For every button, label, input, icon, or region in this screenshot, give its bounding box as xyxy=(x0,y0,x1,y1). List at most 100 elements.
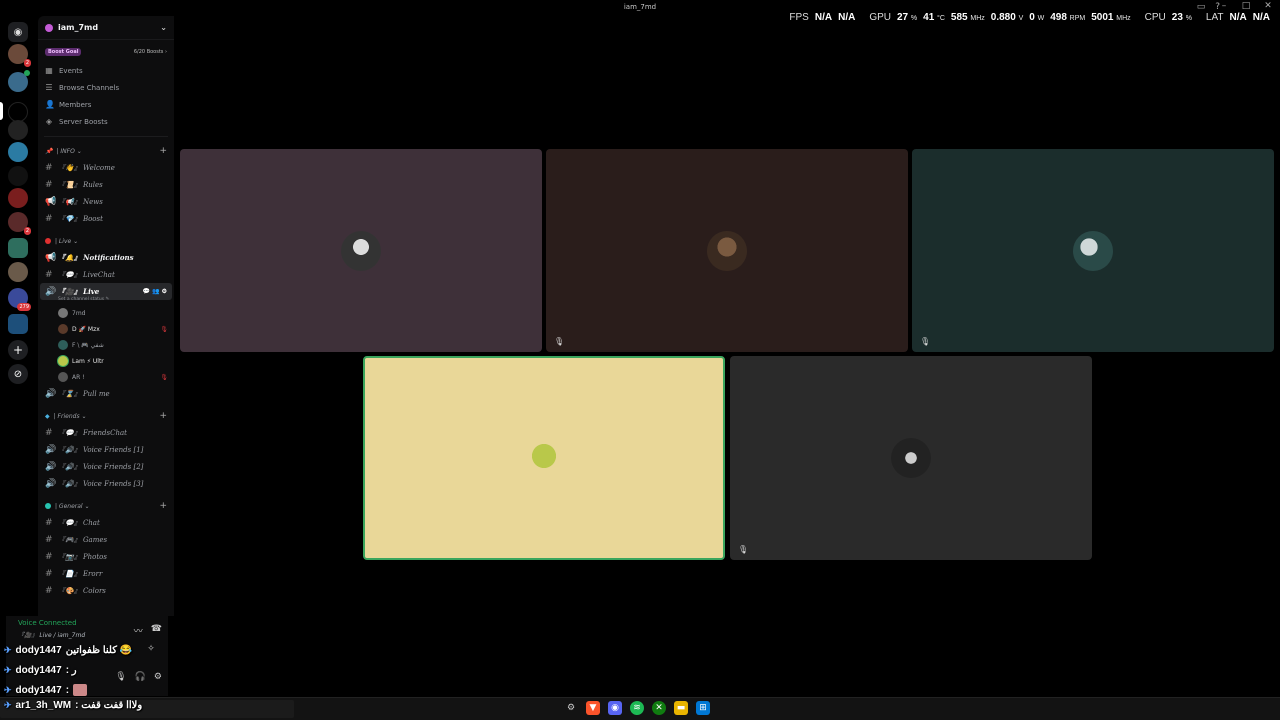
dm-avatar-1[interactable]: 2 xyxy=(8,44,31,67)
server-icon-10[interactable]: 279 xyxy=(8,288,31,311)
add-server-icon[interactable]: + xyxy=(8,340,28,360)
boost-goal-bar[interactable]: Boost Goal 6/20 Boosts › xyxy=(43,45,169,59)
channel-erorr[interactable]: # 『📄』 Erorr xyxy=(38,565,174,582)
voice-tile[interactable]: 🎙 xyxy=(912,149,1274,352)
channel-chat[interactable]: # 『💬』 Chat xyxy=(38,514,174,531)
menu-members[interactable]: 👤 Members xyxy=(38,96,174,113)
channel-voice-friends-3[interactable]: 🔊 『🔊』 Voice Friends [3] xyxy=(38,475,174,492)
channel-label: 『⌛』 Pull me xyxy=(58,389,110,398)
server-icon-1[interactable] xyxy=(8,70,30,92)
channel-livechat[interactable]: # 『💬』 LiveChat xyxy=(38,266,174,283)
channel-colors[interactable]: # 『🎨』 Colors xyxy=(38,582,174,599)
channel-status[interactable]: Set a channel status ✎ xyxy=(38,297,174,305)
channel-label: 『🎮』 Games xyxy=(58,535,108,544)
mem-clock: 5001 xyxy=(1091,12,1114,23)
overlay-chat-line: ✈ dody1447: xyxy=(4,684,88,696)
speaker-icon: 🔊 xyxy=(45,388,57,399)
voice-tile[interactable]: 🎙 xyxy=(546,149,908,352)
discover-icon[interactable]: ⊘ xyxy=(8,364,28,384)
menu-browse-channels[interactable]: ☰ Browse Channels xyxy=(38,79,174,96)
hash-icon: # xyxy=(45,568,53,579)
server-icon-9[interactable] xyxy=(8,262,28,282)
server-icon-8[interactable] xyxy=(8,238,28,258)
gpu-voltage-unit: V xyxy=(1018,15,1024,22)
maximize-button[interactable]: □ xyxy=(1240,1,1252,11)
discord-app-icon[interactable]: ◉ xyxy=(608,701,622,715)
gpu-temp-unit: °C xyxy=(937,15,945,22)
xbox-icon[interactable]: ✕ xyxy=(652,701,666,715)
chat-icon[interactable]: 💬 xyxy=(143,288,150,295)
voice-user[interactable]: Lam ⚡ Ultr xyxy=(38,353,174,369)
channel-label: 『🎨』 Colors xyxy=(58,586,106,595)
add-channel-icon[interactable]: + xyxy=(159,411,167,421)
channel-boost[interactable]: # 『💎』 Boost xyxy=(38,210,174,227)
settings-gear-icon[interactable]: ⚙ xyxy=(154,672,162,682)
channel-label: 『🎥』 Live xyxy=(58,286,100,296)
avatar xyxy=(58,308,68,318)
menu-server-boosts[interactable]: ◈ Server Boosts xyxy=(38,113,174,130)
category-general[interactable]: | General ⌄ + xyxy=(38,498,174,514)
server-icon-5[interactable] xyxy=(8,166,28,186)
headphones-icon[interactable]: 🎧 xyxy=(135,672,146,682)
hash-icon: # xyxy=(45,213,53,224)
channel-label: 『💬』 FriendsChat xyxy=(58,428,127,437)
channel-welcome[interactable]: # 『👋』 Welcome xyxy=(38,159,174,176)
menu-label: Members xyxy=(59,100,92,109)
server-header[interactable]: iam_7md ⌄ xyxy=(38,16,174,40)
spotify-icon[interactable]: ≋ xyxy=(630,701,644,715)
category-friends[interactable]: ◆ | Friends ⌄ + xyxy=(38,408,174,424)
add-channel-icon[interactable]: + xyxy=(159,501,167,511)
voice-channel-path[interactable]: 『🎥』 Live / iam_7md xyxy=(18,630,85,639)
discord-home-icon[interactable]: ◉ xyxy=(8,22,28,42)
server-icon-11[interactable] xyxy=(8,314,28,334)
server-icon-6[interactable] xyxy=(8,188,28,208)
brave-browser-icon[interactable]: ▼ xyxy=(586,701,600,715)
selected-pill xyxy=(0,102,3,120)
settings-app-icon[interactable]: ⚙ xyxy=(564,701,578,715)
voice-connected-status[interactable]: Voice Connected xyxy=(18,619,77,627)
category-info[interactable]: 📌 | INFO ⌄ + xyxy=(38,143,174,159)
server-icon-2[interactable] xyxy=(8,102,28,122)
channel-label: 『🔊』 Voice Friends [1] xyxy=(58,445,144,454)
server-icon-7[interactable]: 2 xyxy=(8,212,31,235)
channel-voice-friends-2[interactable]: 🔊 『🔊』 Voice Friends [2] xyxy=(38,458,174,475)
voice-user[interactable]: F \ 🎮 شفي xyxy=(38,337,174,353)
mem-clock-unit: MHz xyxy=(1116,15,1131,22)
voice-tile[interactable]: 🎙 xyxy=(730,356,1092,560)
channel-photos[interactable]: # 『📷』 Photos xyxy=(38,548,174,565)
minimize-button[interactable]: – xyxy=(1218,1,1230,11)
channel-news[interactable]: 📢 『📢』 News xyxy=(38,193,174,210)
microphone-icon[interactable]: 🎙 xyxy=(115,672,126,682)
close-button[interactable]: ✕ xyxy=(1262,1,1274,11)
voice-user[interactable]: 7md xyxy=(38,305,174,321)
channel-voice-friends-1[interactable]: 🔊 『🔊』 Voice Friends [1] xyxy=(38,441,174,458)
noise-suppression-icon[interactable]: 〰 xyxy=(134,624,143,637)
server-icon-3[interactable] xyxy=(8,120,28,140)
add-channel-icon[interactable]: + xyxy=(159,146,167,156)
gear-icon[interactable]: ⚙ xyxy=(162,288,167,295)
channel-friendschat[interactable]: # 『💬』 FriendsChat xyxy=(38,424,174,441)
chat-message: : xyxy=(65,684,70,696)
inbox-icon[interactable]: ▭ xyxy=(1197,2,1206,12)
channel-rules[interactable]: # 『📜』 Rules xyxy=(38,176,174,193)
speaker-icon: 🔊 xyxy=(45,478,57,489)
category-label: | Friends ⌄ xyxy=(53,412,87,420)
voice-tile-speaking[interactable] xyxy=(363,356,725,560)
file-explorer-icon[interactable]: ▬ xyxy=(674,701,688,715)
activity-button[interactable]: ✧ xyxy=(140,644,162,660)
voice-tile[interactable] xyxy=(180,149,542,352)
voice-user[interactable]: AR ! 🎙 xyxy=(38,369,174,385)
channel-notifications[interactable]: 📢 『🔔』 Notifications xyxy=(38,249,174,266)
chat-message: : ر xyxy=(65,665,77,676)
voice-user[interactable]: D 🚀 Mzx 🎙 xyxy=(38,321,174,337)
windows-start-icon[interactable]: ⊞ xyxy=(696,701,710,715)
overlay-chat-line: ✈ dody1447 كلنا ظفواتين 😂 xyxy=(4,645,132,656)
invite-icon[interactable]: 👥 xyxy=(152,288,159,295)
channel-games[interactable]: # 『🎮』 Games xyxy=(38,531,174,548)
taskbar-search[interactable]: ✈ ar1_3h_WM: ولااا قفت قفت xyxy=(0,700,294,718)
menu-events[interactable]: ▦ Events xyxy=(38,62,174,79)
category-live[interactable]: | Live ⌄ xyxy=(38,233,174,249)
server-icon-4[interactable] xyxy=(8,142,28,162)
channel-pullme[interactable]: 🔊 『⌛』 Pull me xyxy=(38,385,174,402)
disconnect-icon[interactable]: ☎ xyxy=(151,624,162,637)
